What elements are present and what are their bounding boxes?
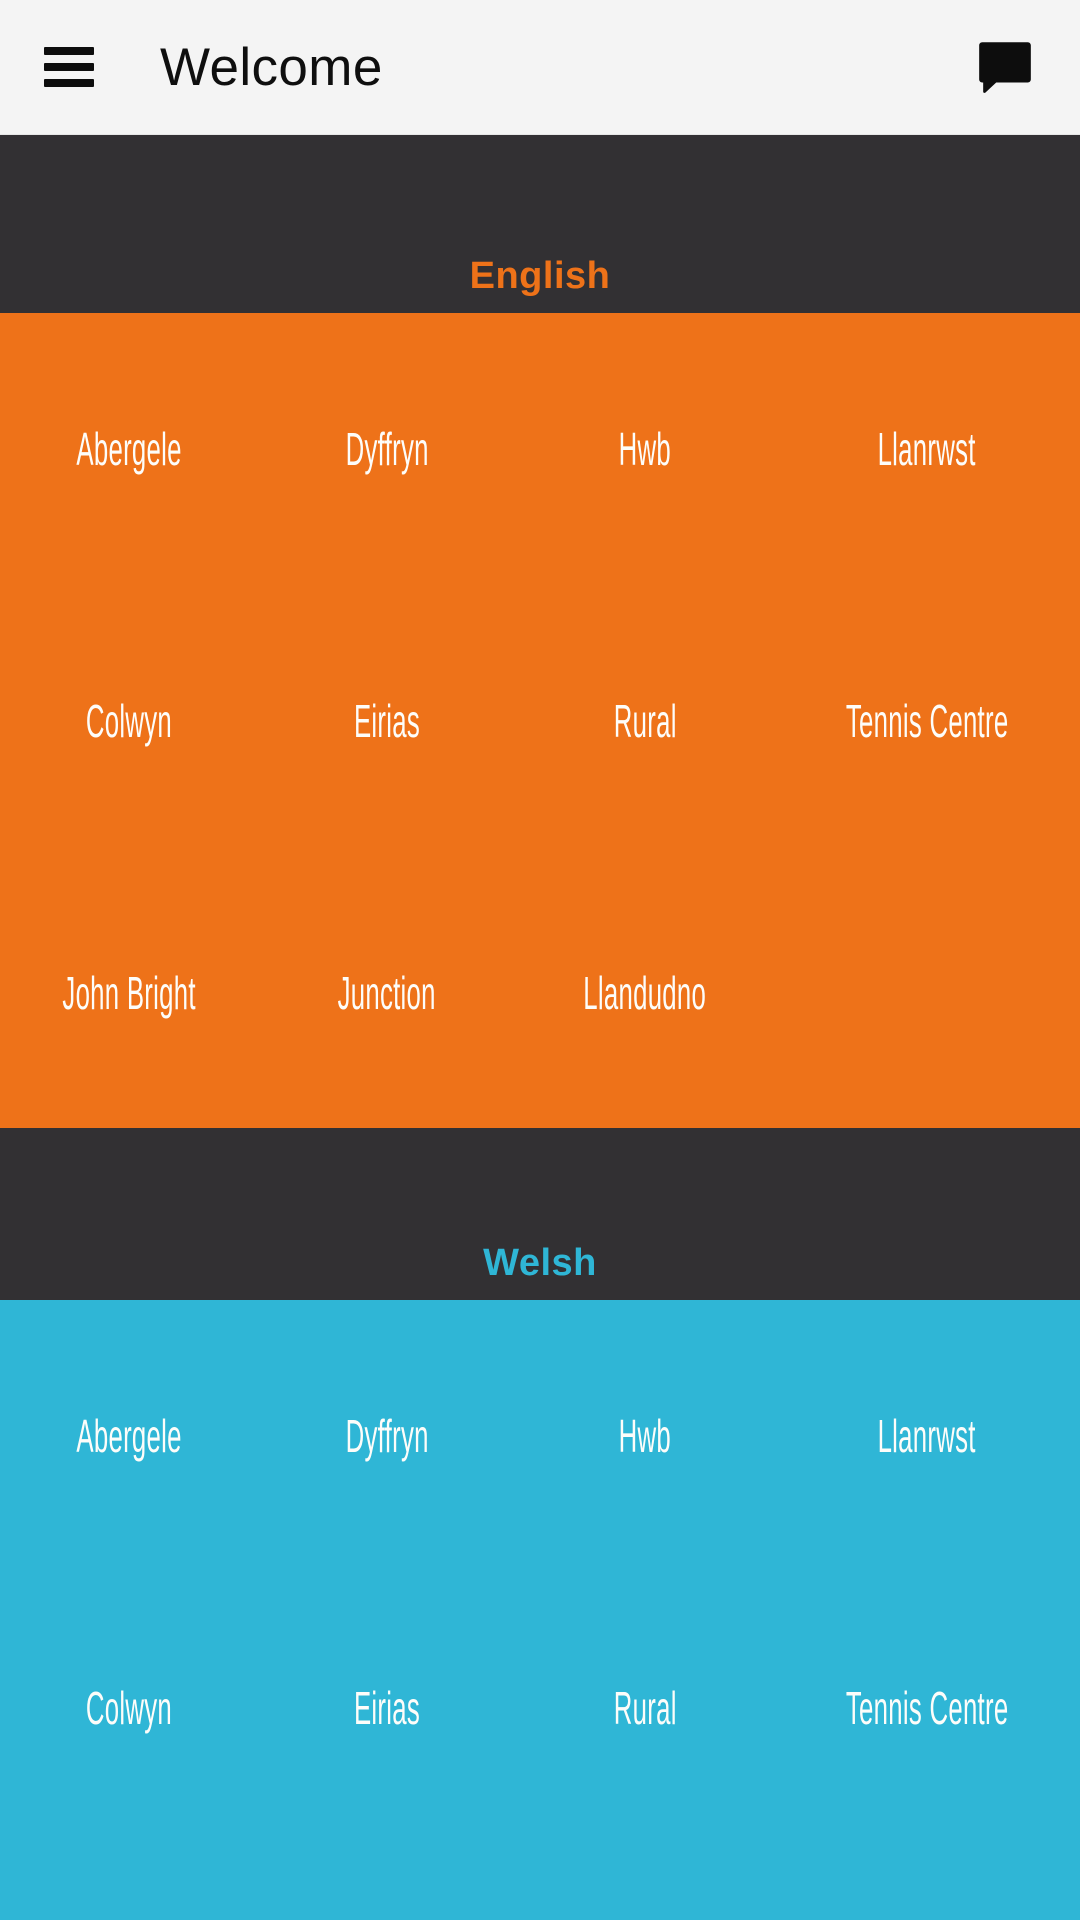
tile-english-empty (774, 857, 1080, 1128)
tile-english-hwb[interactable]: Hwb (516, 313, 774, 585)
tile-label: Junction (337, 966, 436, 1019)
tile-label: John Bright (62, 966, 196, 1019)
tile-english-abergele[interactable]: Abergele (0, 313, 258, 585)
tile-english-dyffryn[interactable]: Dyffryn (258, 313, 516, 585)
tile-english-llandudno[interactable]: Llandudno (516, 857, 774, 1128)
tile-label: Dyffryn (345, 422, 429, 475)
app-header-bar: Welcome (0, 0, 1080, 135)
tile-label: Colwyn (85, 694, 173, 747)
tile-welsh-abergele[interactable]: Abergele (0, 1300, 258, 1572)
tile-english-junction[interactable]: Junction (258, 857, 516, 1128)
tile-english-eirias[interactable]: Eirias (258, 585, 516, 857)
page-title: Welcome (160, 37, 383, 97)
section-label-english: English (469, 255, 611, 297)
tile-english-llanrwst[interactable]: Llanrwst (774, 313, 1080, 585)
hamburger-bar-3 (44, 79, 94, 87)
tile-label: Abergele (76, 422, 182, 475)
section-panel-welsh: Abergele Dyffryn Hwb Llanrwst Colwyn Eir… (0, 1300, 1080, 1920)
tile-welsh-llanrwst[interactable]: Llanrwst (774, 1300, 1080, 1572)
section-band-welsh: Welsh (0, 1128, 1080, 1300)
tile-welsh-dyffryn[interactable]: Dyffryn (258, 1300, 516, 1572)
tile-label: Llanrwst (877, 422, 976, 475)
tile-welsh-empty-1 (0, 1844, 258, 1920)
section-panel-english: Abergele Dyffryn Hwb Llanrwst Colwyn Eir… (0, 313, 1080, 1128)
tile-welsh-rural[interactable]: Rural (516, 1572, 774, 1844)
tile-welsh-tennis-centre[interactable]: Tennis Centre (774, 1572, 1080, 1844)
tile-label: Tennis Centre (845, 694, 1009, 747)
tile-welsh-eirias[interactable]: Eirias (258, 1572, 516, 1844)
tile-label: Hwb (618, 422, 671, 475)
chat-message-icon[interactable] (974, 36, 1036, 98)
tile-label: Rural (613, 694, 677, 747)
tile-english-john-bright[interactable]: John Bright (0, 857, 258, 1128)
section-label-welsh: Welsh (483, 1242, 597, 1284)
tile-grid-english: Abergele Dyffryn Hwb Llanrwst Colwyn Eir… (0, 313, 1080, 1128)
tile-welsh-empty-2 (258, 1844, 516, 1920)
tile-label: Abergele (76, 1409, 182, 1462)
tile-label: Tennis Centre (845, 1681, 1009, 1734)
tile-welsh-hwb[interactable]: Hwb (516, 1300, 774, 1572)
tile-label: Llandudno (583, 966, 707, 1019)
tile-welsh-empty-4 (774, 1844, 1080, 1920)
hamburger-bar-1 (44, 47, 94, 55)
tile-label: Rural (613, 1681, 677, 1734)
section-band-english: English (0, 135, 1080, 313)
tile-label: Dyffryn (345, 1409, 429, 1462)
hamburger-bar-2 (44, 63, 94, 71)
tile-label: Llanrwst (877, 1409, 976, 1462)
tile-label: Eirias (353, 694, 420, 747)
app-root: Welcome English Abergele Dyffryn Hwb Lla… (0, 0, 1080, 1920)
tile-welsh-empty-3 (516, 1844, 774, 1920)
tile-label: Eirias (353, 1681, 420, 1734)
tile-label: Colwyn (85, 1681, 173, 1734)
tile-english-tennis-centre[interactable]: Tennis Centre (774, 585, 1080, 857)
tile-grid-welsh: Abergele Dyffryn Hwb Llanrwst Colwyn Eir… (0, 1300, 1080, 1920)
tile-label: Hwb (618, 1409, 671, 1462)
tile-english-rural[interactable]: Rural (516, 585, 774, 857)
tile-english-colwyn[interactable]: Colwyn (0, 585, 258, 857)
tile-welsh-colwyn[interactable]: Colwyn (0, 1572, 258, 1844)
hamburger-menu-icon[interactable] (44, 47, 94, 87)
